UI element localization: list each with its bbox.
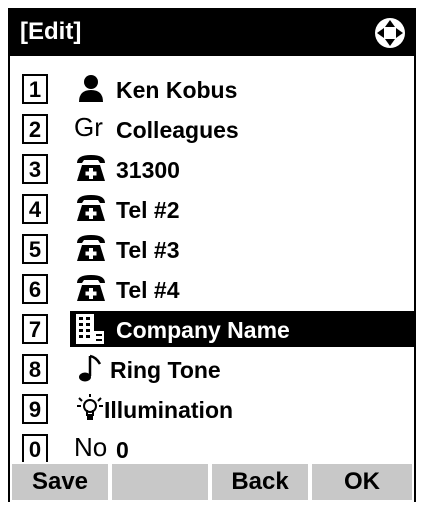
- item-number-7: 7: [22, 314, 48, 344]
- item-number-5: 5: [22, 234, 48, 264]
- save-softkey[interactable]: Save: [12, 464, 108, 500]
- item-number-1: 1: [22, 74, 48, 104]
- item-number-9: 9: [22, 394, 48, 424]
- item-label: Ring Tone: [110, 357, 221, 383]
- telephone-plus-icon: [77, 155, 105, 181]
- person-icon: [79, 75, 103, 102]
- item-label: 31300: [116, 157, 180, 183]
- item-label: Company Name: [116, 317, 290, 343]
- screen-title: [Edit]: [20, 18, 82, 45]
- item-number-0: 0: [22, 434, 48, 464]
- item-label: Ken Kobus: [116, 77, 238, 103]
- music-note-icon: [79, 354, 102, 382]
- telephone-plus-icon: [77, 235, 105, 261]
- number-icon: No: [74, 432, 108, 462]
- item-number-4: 4: [22, 194, 48, 224]
- group-icon: Gr: [74, 112, 103, 142]
- blank-softkey[interactable]: [112, 464, 208, 500]
- item-label: Colleagues: [116, 117, 239, 143]
- softkey-bar: Save Back OK: [10, 462, 414, 502]
- item-label: Tel #2: [116, 197, 180, 223]
- telephone-plus-icon: [77, 275, 105, 301]
- telephone-plus-icon: [77, 195, 105, 221]
- title-bar: [Edit]: [10, 10, 414, 56]
- item-number-2: 2: [22, 114, 48, 144]
- item-label: Tel #4: [116, 277, 180, 303]
- item-label: Tel #3: [116, 237, 180, 263]
- item-number-3: 3: [22, 154, 48, 184]
- item-label: 0: [116, 437, 129, 463]
- phone-display: [Edit] 1 Ken Kobus 2 Gr Colleagues 3 313…: [8, 8, 416, 502]
- item-number-8: 8: [22, 354, 48, 384]
- ok-softkey[interactable]: OK: [312, 464, 412, 500]
- list-item-company-selected[interactable]: Company Name: [70, 311, 414, 347]
- company-building-icon: [76, 314, 104, 344]
- back-softkey[interactable]: Back: [212, 464, 308, 500]
- item-number-6: 6: [22, 274, 48, 304]
- light-bulb-icon: [77, 394, 103, 420]
- navigation-cursor-icon: [375, 18, 405, 48]
- item-label: Illumination: [104, 397, 234, 423]
